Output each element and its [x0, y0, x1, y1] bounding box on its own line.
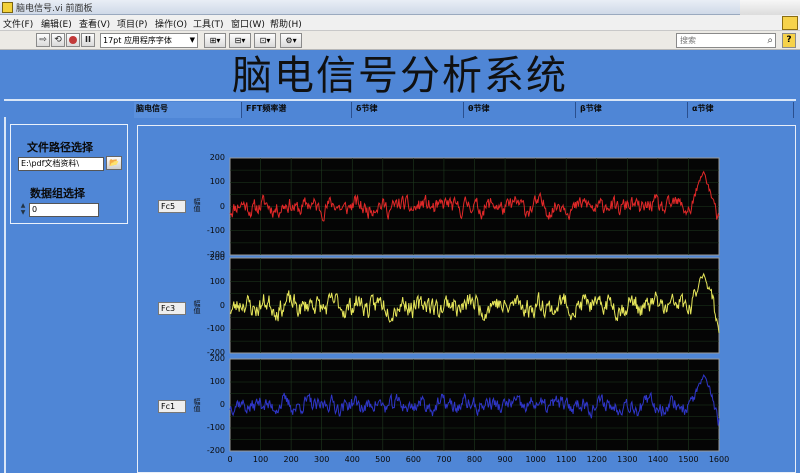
x-tick-label: 1300: [617, 455, 638, 464]
x-tick-label: 1400: [647, 455, 669, 464]
x-tick-label: 1200: [586, 455, 607, 464]
x-tick-label: 1000: [525, 455, 546, 464]
x-tick-label: 400: [344, 455, 360, 464]
x-tick-label: 500: [375, 455, 391, 464]
x-tick-label: 1600: [708, 455, 730, 464]
x-tick-label: 1500: [678, 455, 699, 464]
x-tick-label: 900: [497, 455, 513, 464]
x-tick-label: 300: [314, 455, 330, 464]
x-tick-label: 0: [227, 455, 233, 464]
x-tick-label: 800: [466, 455, 483, 464]
x-tick-label: 100: [252, 455, 269, 464]
x-tick-label: 1100: [556, 455, 577, 464]
x-tick-label: 700: [436, 455, 452, 464]
x-tick-label: 600: [405, 455, 422, 464]
x-tick-label: 200: [283, 455, 299, 464]
eeg-waveform-charts: [229, 157, 720, 452]
